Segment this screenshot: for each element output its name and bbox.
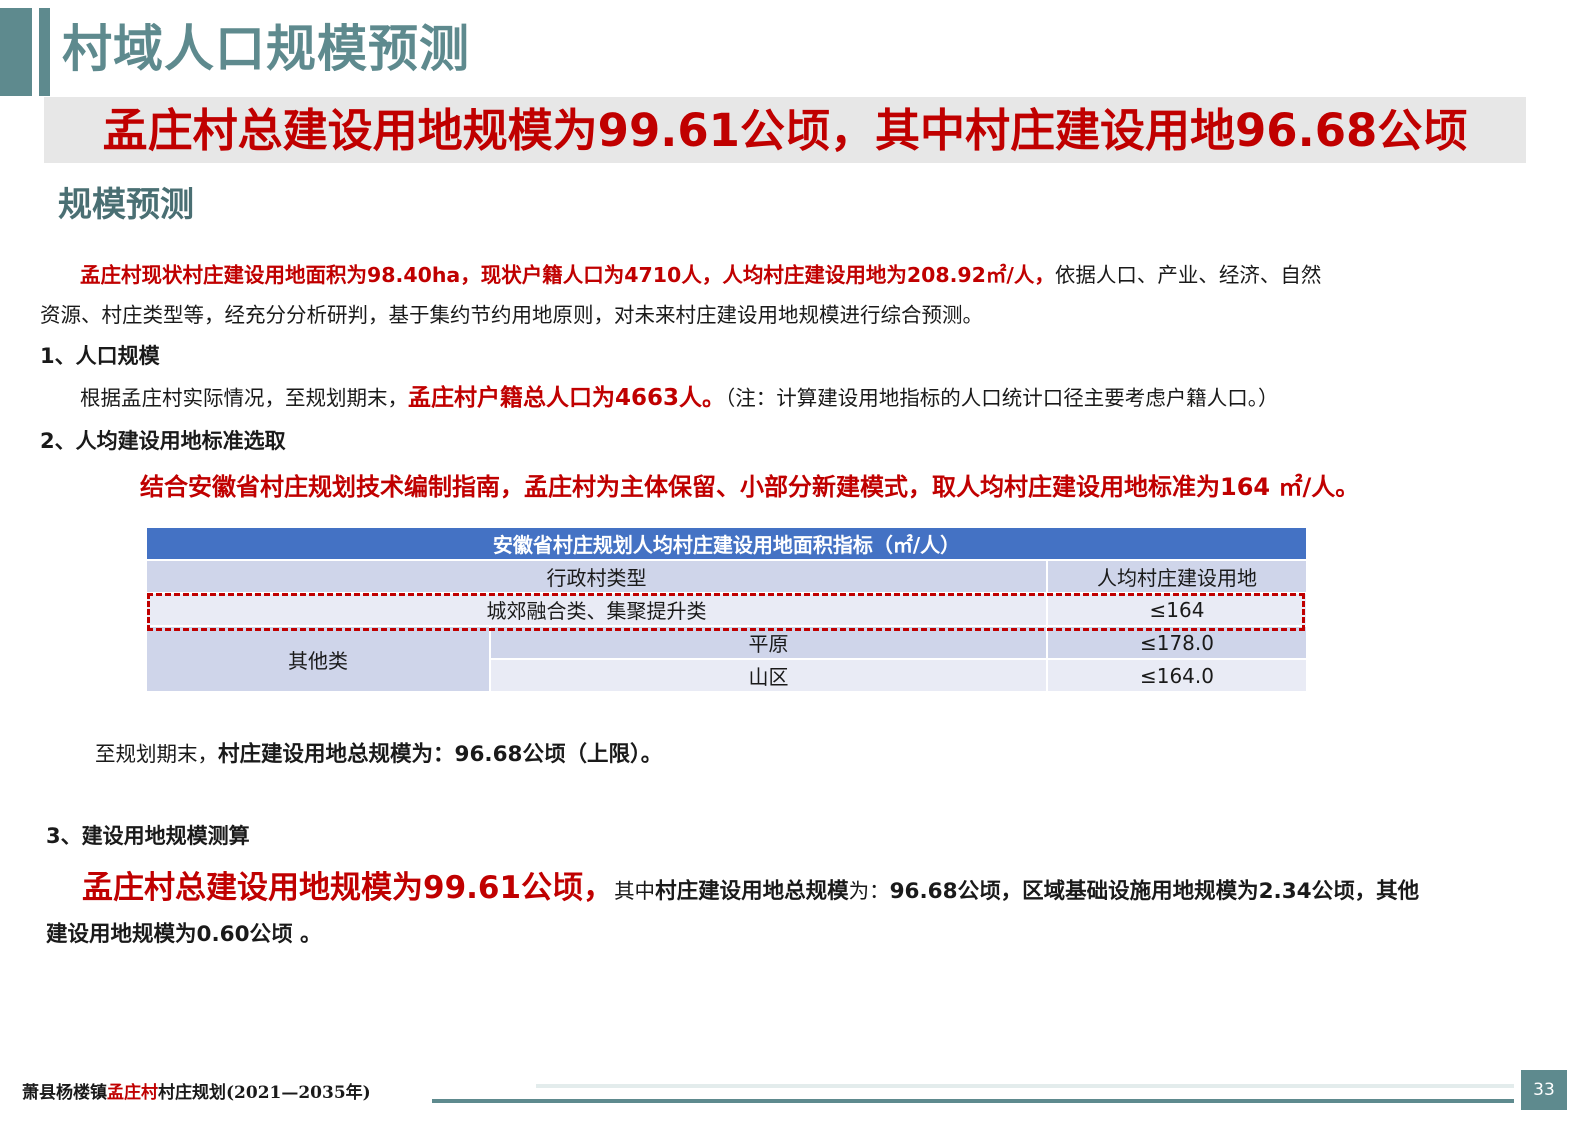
calculation-line-2: 建设用地规模为0.60公顷 。 bbox=[46, 922, 322, 947]
table-title: 安徽省村庄规划人均村庄建设用地面积指标（㎡/人） bbox=[145, 526, 1308, 561]
calculation-mid-1: 其中 bbox=[614, 879, 656, 903]
intro-line-2: 资源、村庄类型等，经充分分析研判，基于集约节约用地原则，对未来村庄建设用地规模进… bbox=[40, 303, 983, 327]
heading-land-standard: 2、人均建设用地标准选取 bbox=[40, 429, 286, 453]
heading-population: 1、人口规模 bbox=[40, 344, 160, 368]
footer-plan: 村庄规划(2021—2035年) bbox=[158, 1083, 371, 1103]
population-note: （注：计算建设用地指标的人口统计口径主要考虑户籍人口。） bbox=[725, 386, 1279, 410]
standard-highlight: 结合安徽省村庄规划技术编制指南，孟庄村为主体保留、小部分新建模式，取人均村庄建设… bbox=[140, 473, 1360, 501]
page-number: 33 bbox=[1521, 1070, 1567, 1110]
summary-banner: 孟庄村总建设用地规模为99.61公顷，其中村庄建设用地96.68公顷 bbox=[44, 97, 1526, 163]
calculation-line-1: 孟庄村总建设用地规模为99.61公顷，其中村庄建设用地总规模为：96.68公顷，… bbox=[82, 868, 1419, 912]
highlight-dashed-box bbox=[147, 593, 1305, 631]
table-header-type: 行政村类型 bbox=[145, 559, 1048, 594]
footer-project-name: 萧县杨楼镇孟庄村村庄规划(2021—2035年) bbox=[22, 1081, 371, 1105]
intro-line-1: 孟庄村现状村庄建设用地面积为98.40ha，现状户籍人口为4710人，人均村庄建… bbox=[80, 261, 1321, 289]
calculation-highlight: 孟庄村总建设用地规模为99.61公顷， bbox=[82, 870, 615, 906]
heading-calculation: 3、建设用地规模测算 bbox=[46, 824, 250, 848]
intro-text: 依据人口、产业、经济、自然 bbox=[1054, 263, 1322, 287]
table-row-other-group: 其他类 bbox=[145, 625, 491, 693]
footer-village: 孟庄村 bbox=[107, 1083, 158, 1103]
page-title: 村域人口规模预测 bbox=[62, 20, 470, 78]
title-accent-bar-wide bbox=[0, 8, 32, 96]
intro-highlight: 孟庄村现状村庄建设用地面积为98.40ha，现状户籍人口为4710人，人均村庄建… bbox=[80, 263, 1055, 287]
population-pre: 根据孟庄村实际情况，至规划期末， bbox=[80, 386, 408, 410]
conclusion-bold: 村庄建设用地总规模为：96.68公顷（上限）。 bbox=[218, 742, 663, 767]
table-header-value: 人均村庄建设用地 bbox=[1045, 559, 1309, 594]
population-highlight: 孟庄村户籍总人口为4663人。 bbox=[408, 385, 726, 411]
title-accent-bar-narrow bbox=[39, 8, 50, 96]
calculation-bold-2: 96.68公顷，区域基础设施用地规模为2.34公顷，其他 bbox=[889, 879, 1420, 904]
summary-banner-text: 孟庄村总建设用地规模为99.61公顷，其中村庄建设用地96.68公顷 bbox=[102, 104, 1468, 157]
population-text: 根据孟庄村实际情况，至规划期末，孟庄村户籍总人口为4663人。（注：计算建设用地… bbox=[80, 384, 1279, 412]
calculation-bold-1: 村庄建设用地总规模 bbox=[655, 879, 849, 904]
conclusion-pre: 至规划期末， bbox=[95, 742, 218, 766]
standard-conclusion: 至规划期末，村庄建设用地总规模为：96.68公顷（上限）。 bbox=[95, 740, 662, 769]
table-row-mountain-sub: 山区 bbox=[489, 658, 1048, 693]
footer-rule-dark bbox=[432, 1099, 1514, 1103]
table-row-mountain-value: ≤164.0 bbox=[1045, 658, 1309, 693]
footer-rule-light bbox=[536, 1084, 1514, 1088]
calculation-mid-2: 为： bbox=[848, 879, 890, 903]
footer-town: 萧县杨楼镇 bbox=[22, 1083, 107, 1103]
section-title: 规模预测 bbox=[58, 185, 194, 225]
